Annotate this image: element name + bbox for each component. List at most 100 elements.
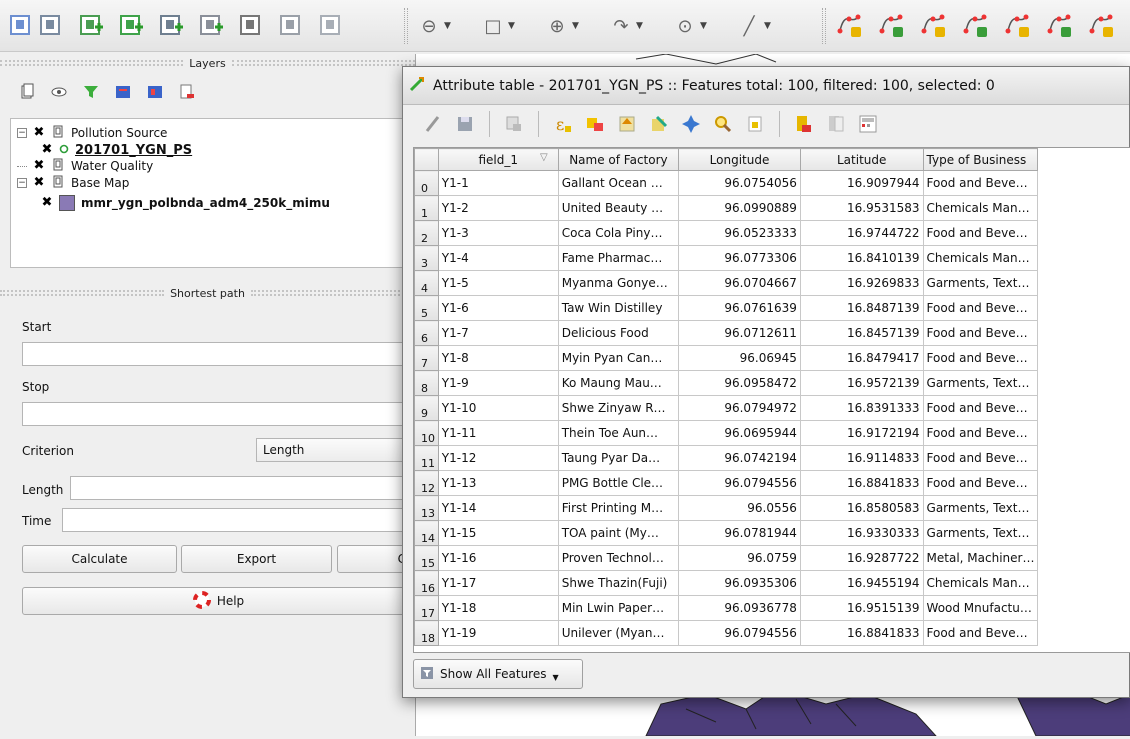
layer-item-admin-boundaries[interactable]: ✖ mmr_ygn_polbnda_adm4_250k_mimu <box>41 195 330 211</box>
time-output[interactable] <box>62 508 415 532</box>
table-cell[interactable]: Proven Technol… <box>557 545 680 571</box>
move-selection-top-icon[interactable] <box>613 110 641 138</box>
digitize1-icon[interactable] <box>834 9 864 41</box>
export-button[interactable]: Export <box>181 545 332 573</box>
table-cell[interactable]: 16.9269833 <box>799 270 924 296</box>
table-cell[interactable]: Food and Beve… <box>922 295 1039 321</box>
row-number-cell[interactable]: 6 <box>414 320 439 346</box>
table-cell[interactable]: 16.9172194 <box>799 420 924 446</box>
digitize7-icon[interactable] <box>1086 9 1116 41</box>
table-cell[interactable]: Delicious Food <box>557 320 680 346</box>
table-cell[interactable]: 96.0695944 <box>678 420 801 446</box>
table-row[interactable]: 16 Y1-17 Shwe Thazin(Fuji) 96.0935306 16.945… <box>414 570 1130 596</box>
table-cell[interactable]: 96.06945 <box>678 345 801 371</box>
digitize5-icon[interactable] <box>1002 9 1032 41</box>
open-table2-icon[interactable] <box>316 9 346 41</box>
table-cell[interactable]: Y1-9 <box>437 370 559 396</box>
table-cell[interactable]: Chemicals Man… <box>922 570 1039 596</box>
table-cell[interactable]: Fame Pharmac… <box>557 245 680 271</box>
table-row[interactable]: 12 Y1-13 PMG Bottle Cle… 96.0794556 16.88418… <box>414 470 1130 496</box>
digitize3-icon[interactable] <box>918 9 948 41</box>
table-row[interactable]: 3 Y1-4 Fame Pharmac… 96.0773306 16.8410139 Ch… <box>414 245 1130 271</box>
table-cell[interactable]: Thein Toe Aun… <box>557 420 680 446</box>
add-feature-icon[interactable] <box>116 9 146 41</box>
table-cell[interactable]: 16.9114833 <box>799 445 924 471</box>
table-cell[interactable]: 96.0556 <box>678 495 801 521</box>
table-row[interactable]: 6 Y1-7 Delicious Food 96.0712611 16.8457139 F… <box>414 320 1130 346</box>
layer-visibility-checkbox[interactable]: ✖ <box>33 159 45 172</box>
edit-vector2-icon[interactable] <box>196 9 226 41</box>
table-cell[interactable]: 96.0759 <box>678 545 801 571</box>
row-number-cell[interactable]: 15 <box>414 545 439 571</box>
edit-vector-icon[interactable] <box>156 9 186 41</box>
visibility-eye-icon[interactable] <box>50 83 68 104</box>
row-number-cell[interactable]: 7 <box>414 345 439 371</box>
select-rect-icon[interactable]: □ ▼ <box>482 12 514 40</box>
table-cell[interactable]: Garments, Text… <box>922 270 1039 296</box>
table-cell[interactable]: 16.9097944 <box>799 170 924 196</box>
column-header[interactable]: Name of Factory <box>557 148 680 171</box>
node-icon[interactable]: ⊙ ▼ <box>674 12 706 40</box>
table-cell[interactable]: 16.9531583 <box>799 195 924 221</box>
identify-icon[interactable] <box>236 9 266 41</box>
row-number-cell[interactable]: 12 <box>414 470 439 496</box>
table-row[interactable]: 13 Y1-14 First Printing M… 96.0556 16.858058… <box>414 495 1130 521</box>
table-cell[interactable]: Min Lwin Paper… <box>557 595 680 621</box>
table-cell[interactable]: Food and Beve… <box>922 220 1039 246</box>
table-cell[interactable]: Y1-3 <box>437 220 559 246</box>
column-header[interactable]: Longitude <box>678 148 801 171</box>
table-cell[interactable]: Coca Cola Piny… <box>557 220 680 246</box>
expand-all-icon[interactable] <box>114 83 132 104</box>
row-number-cell[interactable]: 0 <box>414 170 439 196</box>
table-cell[interactable]: 16.8841833 <box>799 620 924 646</box>
table-cell[interactable]: 96.0794556 <box>678 620 801 646</box>
row-number-cell[interactable]: 18 <box>414 620 439 646</box>
table-cell[interactable]: Shwe Thazin(Fuji) <box>557 570 680 596</box>
pan-to-selected-icon[interactable] <box>677 110 705 138</box>
table-cell[interactable]: 16.8580583 <box>799 495 924 521</box>
table-cell[interactable]: Y1-14 <box>437 495 559 521</box>
collapse-toggle-icon[interactable]: − <box>17 178 27 188</box>
start-input[interactable] <box>22 342 415 366</box>
line-icon[interactable]: ╱ ▼ <box>738 12 771 40</box>
table-cell[interactable]: Y1-2 <box>437 195 559 221</box>
collapse-toggle-icon[interactable]: − <box>17 128 27 138</box>
table-cell[interactable]: 96.0761639 <box>678 295 801 321</box>
calculate-button[interactable]: Calculate <box>22 545 177 573</box>
table-cell[interactable]: First Printing M… <box>557 495 680 521</box>
expression-select-icon[interactable]: ε <box>549 110 577 138</box>
table-cell[interactable]: 16.9572139 <box>799 370 924 396</box>
stop-input[interactable] <box>22 402 415 426</box>
table-row[interactable]: 2 Y1-3 Coca Cola Piny… 96.0523333 16.9744722… <box>414 220 1130 246</box>
table-cell[interactable]: 96.0712611 <box>678 320 801 346</box>
table-cell[interactable]: 96.0704667 <box>678 270 801 296</box>
row-number-cell[interactable]: 17 <box>414 595 439 621</box>
layer-visibility-checkbox[interactable]: ✖ <box>41 143 53 156</box>
corner-header[interactable] <box>414 148 439 171</box>
table-cell[interactable]: Food and Beve… <box>922 170 1039 196</box>
remove-layer-icon[interactable] <box>178 83 196 104</box>
table-row[interactable]: 11 Y1-12 Taung Pyar Da… 96.0742194 16.911483… <box>414 445 1130 471</box>
layer-group-base-map[interactable]: − ✖ Base Map <box>17 175 129 191</box>
layer-visibility-checkbox[interactable]: ✖ <box>41 196 53 209</box>
table-cell[interactable]: Y1-12 <box>437 445 559 471</box>
column-header[interactable]: Type of Business <box>922 148 1039 171</box>
table-cell[interactable]: TOA paint (My… <box>557 520 680 546</box>
table-row[interactable]: 1 Y1-2 United Beauty … 96.0990889 16.9531583… <box>414 195 1130 221</box>
zoom-to-selected-icon[interactable] <box>709 110 737 138</box>
row-number-cell[interactable]: 11 <box>414 445 439 471</box>
digitize2-icon[interactable] <box>876 9 906 41</box>
new-vector-icon[interactable] <box>76 9 106 41</box>
field-calculator-icon[interactable] <box>854 110 882 138</box>
layer-visibility-checkbox[interactable]: ✖ <box>33 176 45 189</box>
table-cell[interactable]: 16.9455194 <box>799 570 924 596</box>
table-row[interactable]: 8 Y1-9 Ko Maung Mau… 96.0958472 16.9572139 Ga… <box>414 370 1130 396</box>
row-number-cell[interactable]: 4 <box>414 270 439 296</box>
table-cell[interactable]: Metal, Machiner… <box>922 545 1039 571</box>
digitize6-icon[interactable] <box>1044 9 1074 41</box>
layer-group-water-quality[interactable]: ✖ Water Quality <box>17 158 153 174</box>
table-row[interactable]: 0 Y1-1 Gallant Ocean … 96.0754056 16.9097944… <box>414 170 1130 196</box>
row-number-cell[interactable]: 1 <box>414 195 439 221</box>
toggle-editing-icon[interactable] <box>419 110 447 138</box>
table-row[interactable]: 7 Y1-8 Myin Pyan Can… 96.06945 16.8479417 Foo… <box>414 345 1130 371</box>
